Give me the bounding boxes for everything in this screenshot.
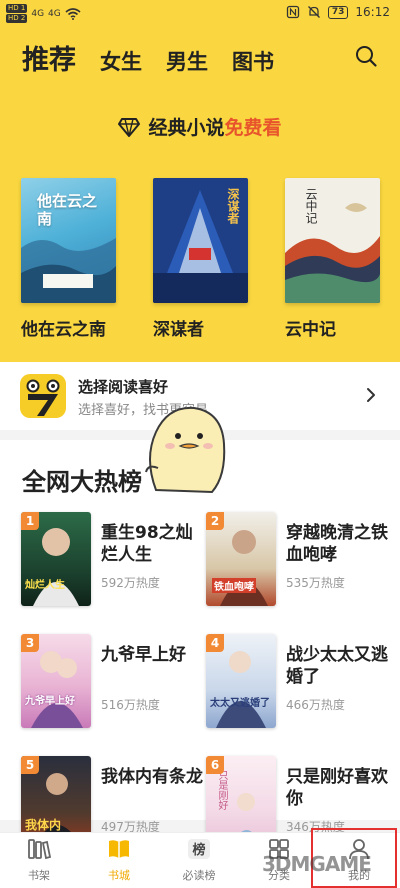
promo-text-main: 经典小说	[148, 117, 225, 139]
nav-bookstore[interactable]: 书城	[89, 837, 149, 883]
nav-label: 书城	[108, 869, 130, 882]
book-title: 他在云之南	[21, 320, 106, 340]
ranking-cover: 灿烂人生 1	[21, 512, 91, 606]
featured-books: 他在云之南 他在云之南 深谋者 深谋者 云中记 云中记	[21, 178, 400, 340]
promo-text-free: 免费看	[224, 117, 282, 139]
rank-badge: 5	[21, 756, 39, 774]
ranking-item[interactable]: 灿烂人生 1 重生98之灿烂人生 592万热度	[21, 512, 211, 612]
rank-badge: 1	[21, 512, 39, 530]
ranking-title: 我体内有条龙	[101, 767, 203, 787]
featured-book[interactable]: 云中记 云中记	[285, 178, 380, 340]
tab-female[interactable]: 女生	[100, 46, 142, 76]
sim2-badge: HD 2	[6, 14, 28, 23]
hero-section: 推荐 女生 男生 图书 经典小说免费看 他在云之南 他在云之南 深谋者 深谋者 …	[0, 28, 400, 362]
wifi-icon	[65, 7, 81, 20]
ranking-heat: 516万热度	[101, 698, 160, 712]
category-tabs: 推荐 女生 男生 图书	[22, 38, 274, 77]
status-right: 73 16:12	[286, 5, 390, 19]
search-icon[interactable]	[354, 44, 378, 68]
status-left: HD 1 HD 2 4G 4G	[6, 4, 81, 23]
network2-label: 4G	[48, 8, 61, 19]
mute-icon	[307, 6, 320, 18]
book-cover-text: 他在云之南	[37, 192, 98, 228]
network1-label: 4G	[31, 8, 45, 19]
book-cover-art	[285, 203, 380, 303]
ranking-cover-text: 我体内	[25, 818, 62, 832]
ranking-icon: 榜	[188, 839, 210, 859]
rank-badge: 2	[206, 512, 224, 530]
ranking-title: 战少太太又逃婚了	[286, 645, 388, 687]
book-cover-text: 深谋者	[226, 188, 240, 224]
rank-badge: 3	[21, 634, 39, 652]
ranking-cover-text: 只是刚好	[216, 770, 227, 810]
ranking-cover: 太太又逃婚了 4	[206, 634, 276, 728]
watermark: 3DMGAME	[262, 852, 372, 876]
book-title: 云中记	[285, 320, 336, 340]
featured-book[interactable]: 深谋者 深谋者	[153, 178, 248, 340]
ranking-cover-text: 铁血咆哮	[212, 578, 256, 593]
hot-ranking-section: 全网大热榜 灿烂人生 1 重生98之灿烂人生 592万热度 铁血咆哮 2 穿越晚…	[0, 440, 400, 850]
ranking-title: 重生98之灿烂人生	[101, 523, 193, 565]
ranking-heat: 466万热度	[286, 698, 345, 712]
book-cover-text: 云中记	[304, 188, 318, 224]
ranking-cover-text: 九爷早上好	[25, 696, 75, 707]
featured-book[interactable]: 他在云之南 他在云之南	[21, 178, 116, 340]
ranking-cover: 铁血咆哮 2	[206, 512, 276, 606]
app-logo-icon	[20, 374, 66, 418]
nav-label: 书架	[28, 869, 50, 882]
ranking-cover: 九爷早上好 3	[21, 634, 91, 728]
ranking-title: 只是刚好喜欢你	[286, 767, 388, 809]
book-title: 深谋者	[153, 320, 204, 340]
nfc-icon	[286, 5, 300, 19]
nav-bookshelf[interactable]: 书架	[9, 837, 69, 883]
promo-text: 经典小说免费看	[148, 113, 281, 140]
bookshelf-icon	[28, 839, 52, 860]
ranking-heat: 592万热度	[101, 576, 160, 590]
ranking-cover-text: 太太又逃婚了	[210, 698, 270, 709]
book-cover: 云中记	[285, 178, 380, 303]
ranking-title: 穿越晚清之铁血咆哮	[286, 523, 388, 565]
status-bar: HD 1 HD 2 4G 4G 73 16:12	[0, 0, 400, 28]
tab-male[interactable]: 男生	[166, 46, 208, 76]
diamond-icon	[118, 117, 141, 137]
nav-label: 必读榜	[182, 869, 216, 882]
book-cover: 深谋者	[153, 178, 248, 303]
ranking-heat: 535万热度	[286, 576, 345, 590]
tab-books[interactable]: 图书	[232, 46, 274, 76]
tab-recommend[interactable]: 推荐	[22, 38, 76, 77]
book-store-icon	[109, 840, 129, 858]
ranking-item[interactable]: 九爷早上好 3 九爷早上好 516万热度	[21, 634, 211, 734]
rank-badge: 4	[206, 634, 224, 652]
book-cover: 他在云之南	[21, 178, 116, 303]
reading-preference-row[interactable]: 选择阅读喜好 选择喜好，找书更容易	[0, 362, 400, 430]
preference-title: 选择阅读喜好	[78, 378, 169, 396]
preference-subtitle: 选择喜好，找书更容易	[78, 403, 209, 418]
battery-indicator: 73	[327, 5, 349, 19]
rank-badge: 6	[206, 756, 224, 774]
sim1-badge: HD 1	[6, 4, 28, 13]
svg-text:榜: 榜	[192, 842, 205, 858]
nav-ranking[interactable]: 榜 必读榜	[169, 837, 229, 883]
hot-ranking-title: 全网大热榜	[22, 468, 142, 496]
ranking-item[interactable]: 太太又逃婚了 4 战少太太又逃婚了 466万热度	[206, 634, 396, 734]
ranking-item[interactable]: 铁血咆哮 2 穿越晚清之铁血咆哮 535万热度	[206, 512, 396, 612]
ranking-cover-text: 灿烂人生	[25, 580, 65, 591]
chevron-right-icon	[367, 388, 375, 402]
status-time: 16:12	[355, 5, 390, 19]
ranking-title: 九爷早上好	[101, 645, 186, 665]
promo-banner[interactable]: 经典小说免费看	[0, 113, 400, 140]
